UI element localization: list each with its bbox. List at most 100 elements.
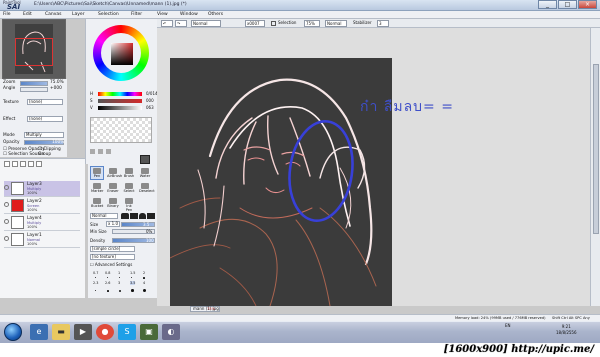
tool-marker[interactable]: Marker <box>90 181 104 195</box>
tool-deselect[interactable]: Deselect <box>138 181 155 195</box>
swap-colors-icon[interactable] <box>90 149 95 154</box>
skype-icon[interactable]: S <box>118 324 136 340</box>
navigator-view-frame[interactable] <box>15 38 53 66</box>
tool-water[interactable]: Water <box>138 166 152 180</box>
brush-size-preset[interactable]: 1 <box>118 271 120 275</box>
selection-checkbox[interactable] <box>271 21 276 26</box>
menu-others[interactable]: Others <box>208 12 223 17</box>
visibility-icon[interactable] <box>4 236 9 241</box>
menu-canvas[interactable]: Canvas <box>45 12 62 17</box>
tool-brush[interactable]: Brush <box>122 166 136 180</box>
brush-size-preset[interactable]: 2.6 <box>105 281 110 285</box>
texture-select[interactable]: (none) <box>27 99 63 105</box>
lineart-sketch <box>170 78 377 306</box>
brush-shape-selector[interactable] <box>121 213 155 219</box>
clock[interactable]: 9:21 18/8/2556 <box>556 324 577 336</box>
layer-item[interactable]: Layer4 Multiply 100% <box>4 215 80 231</box>
tool-binary[interactable]: Binary <box>106 196 120 210</box>
layer-item[interactable]: Layer2 Screen 100% <box>4 198 80 214</box>
blend-mode-select[interactable]: Normal <box>90 213 118 219</box>
visibility-icon[interactable] <box>4 185 9 190</box>
selection-value[interactable]: 75% <box>304 20 320 27</box>
close-button[interactable]: × <box>578 0 597 9</box>
media-player-icon[interactable]: ▶ <box>74 324 92 340</box>
layer-item[interactable]: Layer1 Normal 100% <box>4 232 80 248</box>
s-slider[interactable] <box>98 99 142 103</box>
menu-file[interactable]: File <box>3 12 11 17</box>
layer-panel: Layer3 Multiply 100% Layer2 Screen 100% … <box>0 158 85 298</box>
brush-size-preset[interactable]: 4 <box>143 281 145 285</box>
v-slider-row[interactable]: V 063 <box>90 105 154 110</box>
start-button[interactable] <box>4 323 22 341</box>
brush-size-preset[interactable]: 3 <box>118 281 120 285</box>
brush-size-preset-selected[interactable]: 3.5 <box>130 281 136 285</box>
painttool-sai-icon[interactable]: ▣ <box>140 324 158 340</box>
redo-button[interactable]: ↷ <box>175 20 187 27</box>
size-slider[interactable] <box>121 222 155 227</box>
photo-viewer-icon[interactable]: ◐ <box>162 324 180 340</box>
brush-size-preset[interactable]: 0.7 <box>93 271 98 275</box>
color-wheel[interactable] <box>93 25 149 81</box>
mode-select[interactable]: Multiply <box>24 132 64 138</box>
stabilizer-select[interactable]: 3 <box>377 20 389 27</box>
advanced-settings-toggle[interactable]: ☐ Advanced Settings <box>90 262 132 267</box>
angle-slider[interactable] <box>20 87 48 92</box>
v-label: V <box>90 105 93 110</box>
maximize-button[interactable]: □ <box>558 0 577 9</box>
selection-mode-select[interactable]: Normal <box>191 20 221 27</box>
menu-edit[interactable]: Edit <box>23 12 32 17</box>
layer-item[interactable]: Layer3 Multiply 100% <box>4 181 80 197</box>
menu-layer[interactable]: Layer <box>72 12 85 17</box>
tool-eraser[interactable]: Eraser <box>106 181 120 195</box>
size-multiplier[interactable]: x 1.0 <box>106 221 120 227</box>
zoom-input[interactable]: x0007 <box>245 20 265 27</box>
blend-select[interactable]: Normal <box>325 20 347 27</box>
zoom-slider[interactable] <box>20 81 48 86</box>
merge-layer-icon[interactable] <box>28 161 34 167</box>
new-folder-icon[interactable] <box>12 161 18 167</box>
effect-select[interactable]: (none) <box>27 116 63 122</box>
brush-shape-select[interactable]: [simple circle] <box>90 246 135 252</box>
menu-window[interactable]: Window <box>180 12 198 17</box>
chrome-icon[interactable]: ● <box>96 324 114 340</box>
tool-pen[interactable]: Pen <box>90 166 104 180</box>
h-slider-row[interactable]: H 0/014 <box>90 91 158 96</box>
brush-texture-select[interactable]: [no texture] <box>90 254 135 260</box>
swatch-grid[interactable] <box>90 117 152 143</box>
tool-airbrush[interactable]: AirBrush <box>106 166 122 180</box>
h-slider[interactable] <box>98 92 142 96</box>
tool-bucket[interactable]: Bucket <box>90 196 104 210</box>
density-label: Density <box>90 238 106 243</box>
menu-selection[interactable]: Selection <box>98 12 119 17</box>
visibility-icon[interactable] <box>4 219 9 224</box>
menu-filter[interactable]: Filter <box>131 12 142 17</box>
copy-layer-icon[interactable] <box>20 161 26 167</box>
visibility-icon[interactable] <box>4 202 9 207</box>
transparent-color-icon[interactable] <box>98 149 103 154</box>
foreground-color-swatch[interactable] <box>140 155 150 164</box>
selection-source-checkbox[interactable]: ☐ Selection Source <box>3 152 44 157</box>
canvas-tab[interactable]: mann (1).jpg <box>190 306 220 312</box>
v-slider[interactable] <box>98 106 142 110</box>
s-slider-row[interactable]: S 000 <box>90 98 154 103</box>
drawing-canvas[interactable] <box>170 58 392 306</box>
delete-layer-icon[interactable] <box>36 161 42 167</box>
folder-icon[interactable]: ▬ <box>52 324 70 340</box>
vertical-scrollbar[interactable] <box>590 28 600 306</box>
eyedropper-icon[interactable] <box>106 149 111 154</box>
language-indicator[interactable]: EN <box>505 323 511 328</box>
tool-inkpen[interactable]: Ink Pen <box>122 196 136 212</box>
scrollbar-thumb[interactable] <box>593 64 599 234</box>
navigator-panel[interactable] <box>2 19 66 79</box>
tool-select[interactable]: Select <box>122 181 136 195</box>
minimize-button[interactable]: _ <box>538 0 557 9</box>
brush-size-preset[interactable]: 2 <box>143 271 145 275</box>
brush-size-preset[interactable]: 2.3 <box>93 281 98 285</box>
new-layer-icon[interactable] <box>4 161 10 167</box>
brush-size-preset[interactable]: 0.8 <box>105 271 110 275</box>
saturation-value-square[interactable] <box>111 43 133 65</box>
brush-size-preset[interactable]: 1.5 <box>130 271 135 275</box>
ie-icon[interactable]: e <box>30 324 48 340</box>
undo-button[interactable]: ↶ <box>161 20 173 27</box>
menu-view[interactable]: View <box>157 12 168 17</box>
